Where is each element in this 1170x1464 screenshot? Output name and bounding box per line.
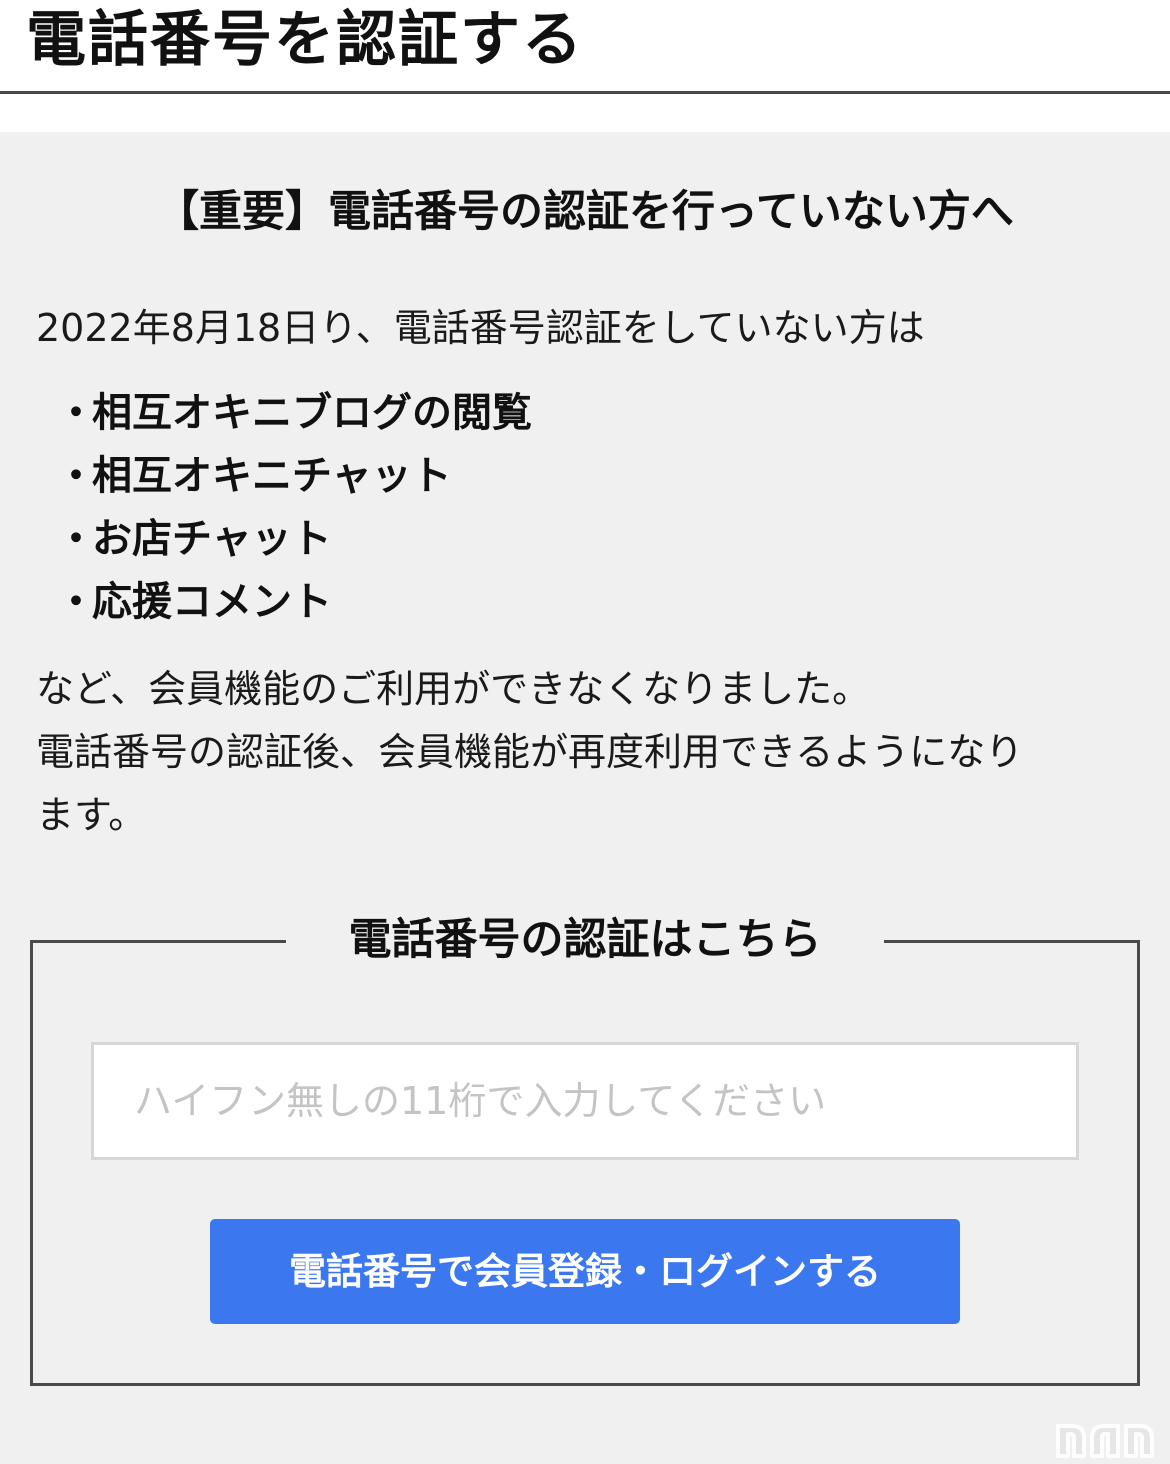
bullet: ・ [56, 579, 96, 625]
verify-title: 電話番号の認証はこちら [286, 904, 884, 976]
notice-intro: 2022年8月18日り、電話番号認証をしていない方は [36, 306, 925, 350]
notice-heading: 【重要】電話番号の認証を行っていない方へ [156, 187, 1014, 237]
register-login-button[interactable]: 電話番号で会員登録・ログインする [210, 1219, 960, 1324]
feature-list: ・相互オキニブログの閲覧 ・相互オキニチャット ・お店チャット ・応援コメント [56, 382, 532, 634]
page-header: 電話番号を認証する [0, 0, 1170, 94]
bullet: ・ [56, 516, 96, 562]
outro-line: ます。 [36, 793, 147, 837]
bullet: ・ [56, 390, 96, 436]
list-item: ・応援コメント [56, 571, 532, 634]
list-item: ・相互オキニブログの閲覧 [56, 382, 532, 445]
outro-line: 電話番号の認証後、会員機能が再度利用できるようになり [36, 730, 1024, 774]
list-item: ・相互オキニチャット [56, 445, 532, 508]
phone-number-input[interactable] [91, 1042, 1079, 1160]
bullet: ・ [56, 453, 96, 499]
site-logo-watermark-icon [1056, 1424, 1154, 1458]
list-item: ・お店チャット [56, 508, 532, 571]
feature-label: お店チャット [92, 516, 332, 562]
feature-label: 応援コメント [92, 579, 332, 625]
outro-line: など、会員機能のご利用ができなくなりました。 [36, 667, 871, 711]
feature-label: 相互オキニチャット [92, 453, 452, 499]
notice-outro: など、会員機能のご利用ができなくなりました。 電話番号の認証後、会員機能が再度利… [36, 658, 1136, 847]
feature-label: 相互オキニブログの閲覧 [92, 390, 532, 436]
page-title: 電話番号を認証する [26, 5, 584, 75]
